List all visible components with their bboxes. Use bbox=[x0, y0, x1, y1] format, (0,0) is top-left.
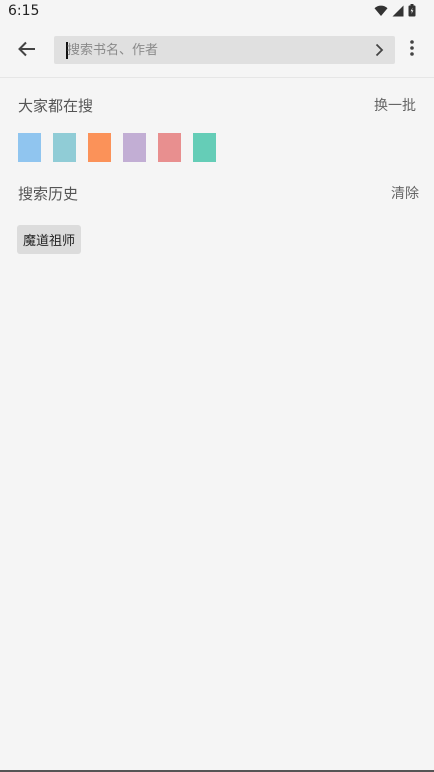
refresh-batch-button[interactable]: 换一批 bbox=[374, 95, 416, 115]
search-toolbar bbox=[0, 24, 434, 78]
search-history-list: 魔道祖师 bbox=[17, 225, 82, 254]
hot-search-header: 大家都在搜 换一批 bbox=[18, 95, 418, 119]
hot-search-item[interactable] bbox=[193, 133, 216, 162]
search-box[interactable] bbox=[54, 36, 395, 64]
clear-history-button[interactable]: 清除 bbox=[391, 183, 419, 203]
battery-icon bbox=[408, 4, 416, 17]
more-options-button[interactable] bbox=[402, 38, 422, 62]
status-time: 6:15 bbox=[8, 3, 40, 19]
hot-search-title: 大家都在搜 bbox=[18, 97, 94, 115]
hot-search-item[interactable] bbox=[53, 133, 76, 162]
hot-search-item[interactable] bbox=[123, 133, 146, 162]
history-chip[interactable]: 魔道祖师 bbox=[17, 225, 82, 254]
wifi-icon bbox=[374, 5, 388, 17]
hot-search-item[interactable] bbox=[88, 133, 111, 162]
cell-signal-icon bbox=[392, 5, 404, 17]
back-button[interactable] bbox=[12, 36, 42, 66]
more-vert-icon bbox=[410, 40, 414, 60]
hot-search-item[interactable] bbox=[158, 133, 181, 162]
arrow-left-icon bbox=[18, 41, 36, 61]
status-icons bbox=[374, 4, 416, 17]
hot-search-list bbox=[18, 133, 216, 162]
search-history-header: 搜索历史 清除 bbox=[18, 183, 419, 207]
search-history-title: 搜索历史 bbox=[18, 185, 79, 203]
status-bar: 6:15 bbox=[0, 0, 434, 24]
hot-search-item[interactable] bbox=[18, 133, 41, 162]
search-input[interactable] bbox=[67, 36, 367, 64]
chevron-right-icon[interactable] bbox=[371, 42, 387, 58]
